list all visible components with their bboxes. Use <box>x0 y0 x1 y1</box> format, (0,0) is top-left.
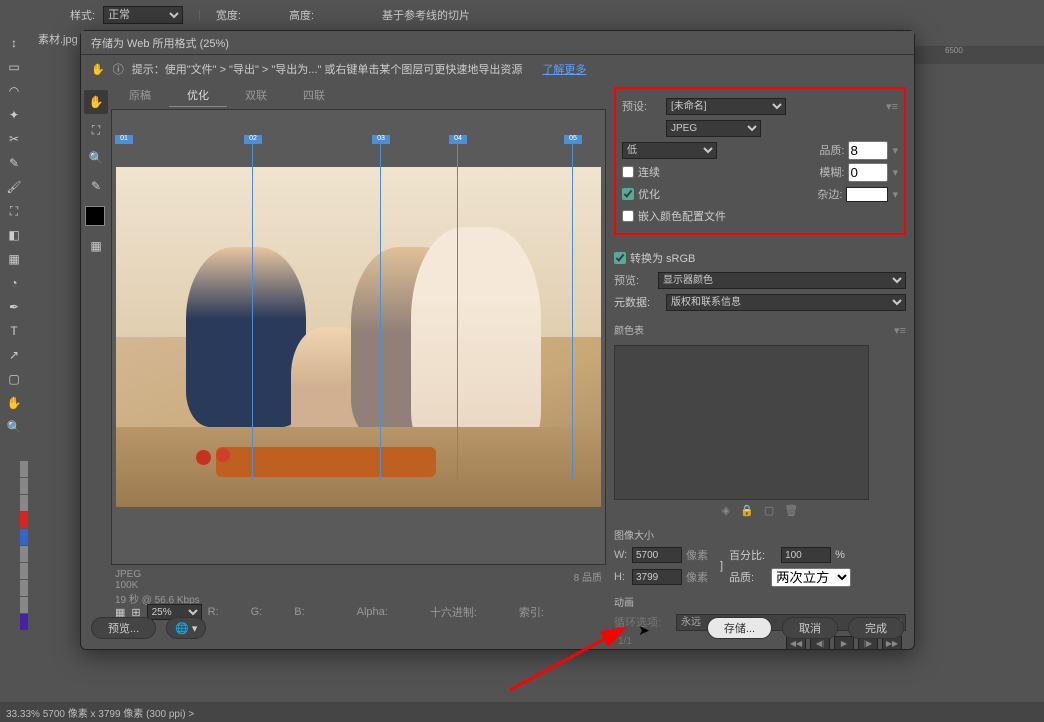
slice-visibility-icon[interactable]: ▦ <box>84 234 108 258</box>
cancel-button[interactable]: 取消 <box>782 617 838 639</box>
stat-format: JPEG <box>115 569 200 580</box>
info-icon: ⓘ <box>113 61 124 77</box>
tab-original[interactable]: 原稿 <box>111 83 169 107</box>
hand-tool-icon[interactable]: ✋ <box>2 392 26 414</box>
ct-new-icon[interactable]: ▢ <box>764 504 774 517</box>
preview-column: 原稿 优化 双联 四联 02 03 <box>111 83 606 623</box>
slice-label: 基于参考线的切片 <box>382 7 470 23</box>
preview-label: 预览: <box>614 272 654 288</box>
eyedropper-tool-icon[interactable]: ✎ <box>2 152 26 174</box>
status-bar: 33.33% 5700 像素 x 3799 像素 (300 ppi) > <box>0 702 1044 722</box>
crop-tool-icon[interactable]: ✂ <box>2 128 26 150</box>
save-for-web-dialog: 存储为 Web 所用格式 (25%) ✋ ⓘ 提示：使用"文件" > "导出" … <box>80 30 915 650</box>
progressive-label: 连续 <box>638 164 660 180</box>
eyedropper-icon[interactable]: ✎ <box>84 174 108 198</box>
optimized-checkbox[interactable] <box>622 188 634 200</box>
image-size-title: 图像大小 <box>614 527 906 542</box>
ct-delete-icon[interactable]: 🗑 <box>784 504 798 517</box>
preview-button[interactable]: 预览... <box>91 617 156 639</box>
embed-profile-checkbox[interactable] <box>622 210 634 222</box>
optimized-label: 优化 <box>638 186 660 202</box>
ct-lock-icon[interactable]: 🔒 <box>740 504 754 517</box>
resample-select[interactable]: 两次立方 <box>771 568 851 587</box>
width-label: 宽度: <box>216 7 241 23</box>
blur-label: 模糊: <box>799 164 844 180</box>
ruler-top: 6500 <box>915 46 1044 64</box>
animation-title: 动画 <box>614 594 906 609</box>
dialog-title: 存储为 Web 所用格式 (25%) <box>81 31 914 55</box>
browser-preview-button[interactable]: 🌐 ▾ <box>166 617 206 639</box>
eraser-tool-icon[interactable]: ◧ <box>2 224 26 246</box>
tab-two-up[interactable]: 双联 <box>227 83 285 107</box>
hint-bar: ✋ ⓘ 提示：使用"文件" > "导出" > "导出为..." 或右键单击某个图… <box>81 55 914 83</box>
tools-panel: ↕ ▭ ◠ ✦ ✂ ✎ 🖌 ⛶ ◧ ▦ ◔ ✒ T ↗ ▢ ✋ 🔍 <box>0 30 28 440</box>
link-icon[interactable]: ] <box>720 560 723 572</box>
dialog-tools: ✋ ⛶ 🔍 ✎ ▦ <box>81 83 111 623</box>
gradient-tool-icon[interactable]: ▦ <box>2 248 26 270</box>
learn-more-link[interactable]: 了解更多 <box>542 61 586 77</box>
quality-preset-select[interactable]: 低 <box>622 142 717 159</box>
stat-size: 100K <box>115 580 200 591</box>
zoom-tool-icon[interactable]: 🔍 <box>2 416 26 438</box>
color-table-menu-icon[interactable]: ▾≡ <box>894 324 906 337</box>
width-input[interactable] <box>632 547 682 563</box>
move-tool-icon[interactable]: ↕ <box>2 32 26 54</box>
preset-select[interactable]: [未命名] <box>666 98 786 115</box>
progressive-checkbox[interactable] <box>622 166 634 178</box>
tab-four-up[interactable]: 四联 <box>285 83 343 107</box>
color-table[interactable] <box>614 345 869 500</box>
zoom-icon[interactable]: 🔍 <box>84 146 108 170</box>
type-tool-icon[interactable]: T <box>2 320 26 342</box>
height-label: 高度: <box>289 7 314 23</box>
preview-select[interactable]: 显示器颜色 <box>658 272 906 289</box>
lasso-tool-icon[interactable]: ◠ <box>2 80 26 102</box>
style-select[interactable]: 正常 <box>103 6 183 24</box>
shape-tool-icon[interactable]: ▢ <box>2 368 26 390</box>
wand-tool-icon[interactable]: ✦ <box>2 104 26 126</box>
hand-tool-icon[interactable]: ✋ <box>84 90 108 114</box>
pen-tool-icon[interactable]: ✒ <box>2 296 26 318</box>
menu-icon[interactable]: ▾≡ <box>886 100 898 113</box>
preview-canvas[interactable]: 02 03 04 05 01 <box>111 109 606 565</box>
hint-text: 提示：使用"文件" > "导出" > "导出为..." 或右键单击某个图层可更快… <box>132 61 523 77</box>
matte-label: 杂边: <box>797 186 842 202</box>
ct-eyedropper-icon[interactable]: ◈ <box>722 504 730 517</box>
format-select[interactable]: JPEG <box>666 120 761 137</box>
settings-panel: 预设: [未命名] ▾≡ JPEG 低 品质: ▾ 连续 模糊: <box>606 83 914 623</box>
marquee-tool-icon[interactable]: ▭ <box>2 56 26 78</box>
app-options-bar: 样式: 正常 | 宽度: 高度: 基于参考线的切片 <box>0 0 1044 30</box>
stamp-tool-icon[interactable]: ⛶ <box>2 200 26 222</box>
percent-input[interactable] <box>781 547 831 563</box>
preview-image <box>116 167 601 507</box>
tab-optimized[interactable]: 优化 <box>169 83 227 107</box>
style-label: 样式: <box>70 7 95 23</box>
color-history <box>20 460 28 631</box>
highlighted-settings: 预设: [未命名] ▾≡ JPEG 低 品质: ▾ 连续 模糊: <box>614 87 906 235</box>
color-swatch[interactable] <box>85 206 105 226</box>
hand-icon[interactable]: ✋ <box>91 63 105 76</box>
color-table-tools: ◈ 🔒 ▢ 🗑 <box>614 500 906 521</box>
blur-input[interactable] <box>848 163 888 182</box>
matte-color[interactable] <box>846 187 888 202</box>
height-input[interactable] <box>632 569 682 585</box>
dialog-buttons: 预览... 🌐 ▾ 存储... 取消 完成 <box>91 617 904 639</box>
metadata-select[interactable]: 版权和联系信息 <box>666 294 906 311</box>
quality-input[interactable] <box>848 141 888 160</box>
stat-quality: 8 品质 <box>574 569 602 599</box>
embed-profile-label: 嵌入颜色配置文件 <box>638 208 726 224</box>
quality-label: 品质: <box>799 142 844 158</box>
color-table-title: 颜色表 <box>614 322 644 337</box>
path-tool-icon[interactable]: ↗ <box>2 344 26 366</box>
srgb-label: 转换为 sRGB <box>630 250 695 266</box>
brush-tool-icon[interactable]: 🖌 <box>2 176 26 198</box>
srgb-checkbox[interactable] <box>614 252 626 264</box>
save-button[interactable]: 存储... <box>707 617 772 639</box>
blur-tool-icon[interactable]: ◔ <box>2 272 26 294</box>
done-button[interactable]: 完成 <box>848 617 904 639</box>
preset-label: 预设: <box>622 98 662 114</box>
slice-select-icon[interactable]: ⛶ <box>84 118 108 142</box>
preview-stats: JPEG 100K 19 秒 @ 56.6 Kbps 8 品质 <box>111 567 606 601</box>
preview-tabs: 原稿 优化 双联 四联 <box>111 83 606 107</box>
metadata-label: 元数据: <box>614 294 662 310</box>
